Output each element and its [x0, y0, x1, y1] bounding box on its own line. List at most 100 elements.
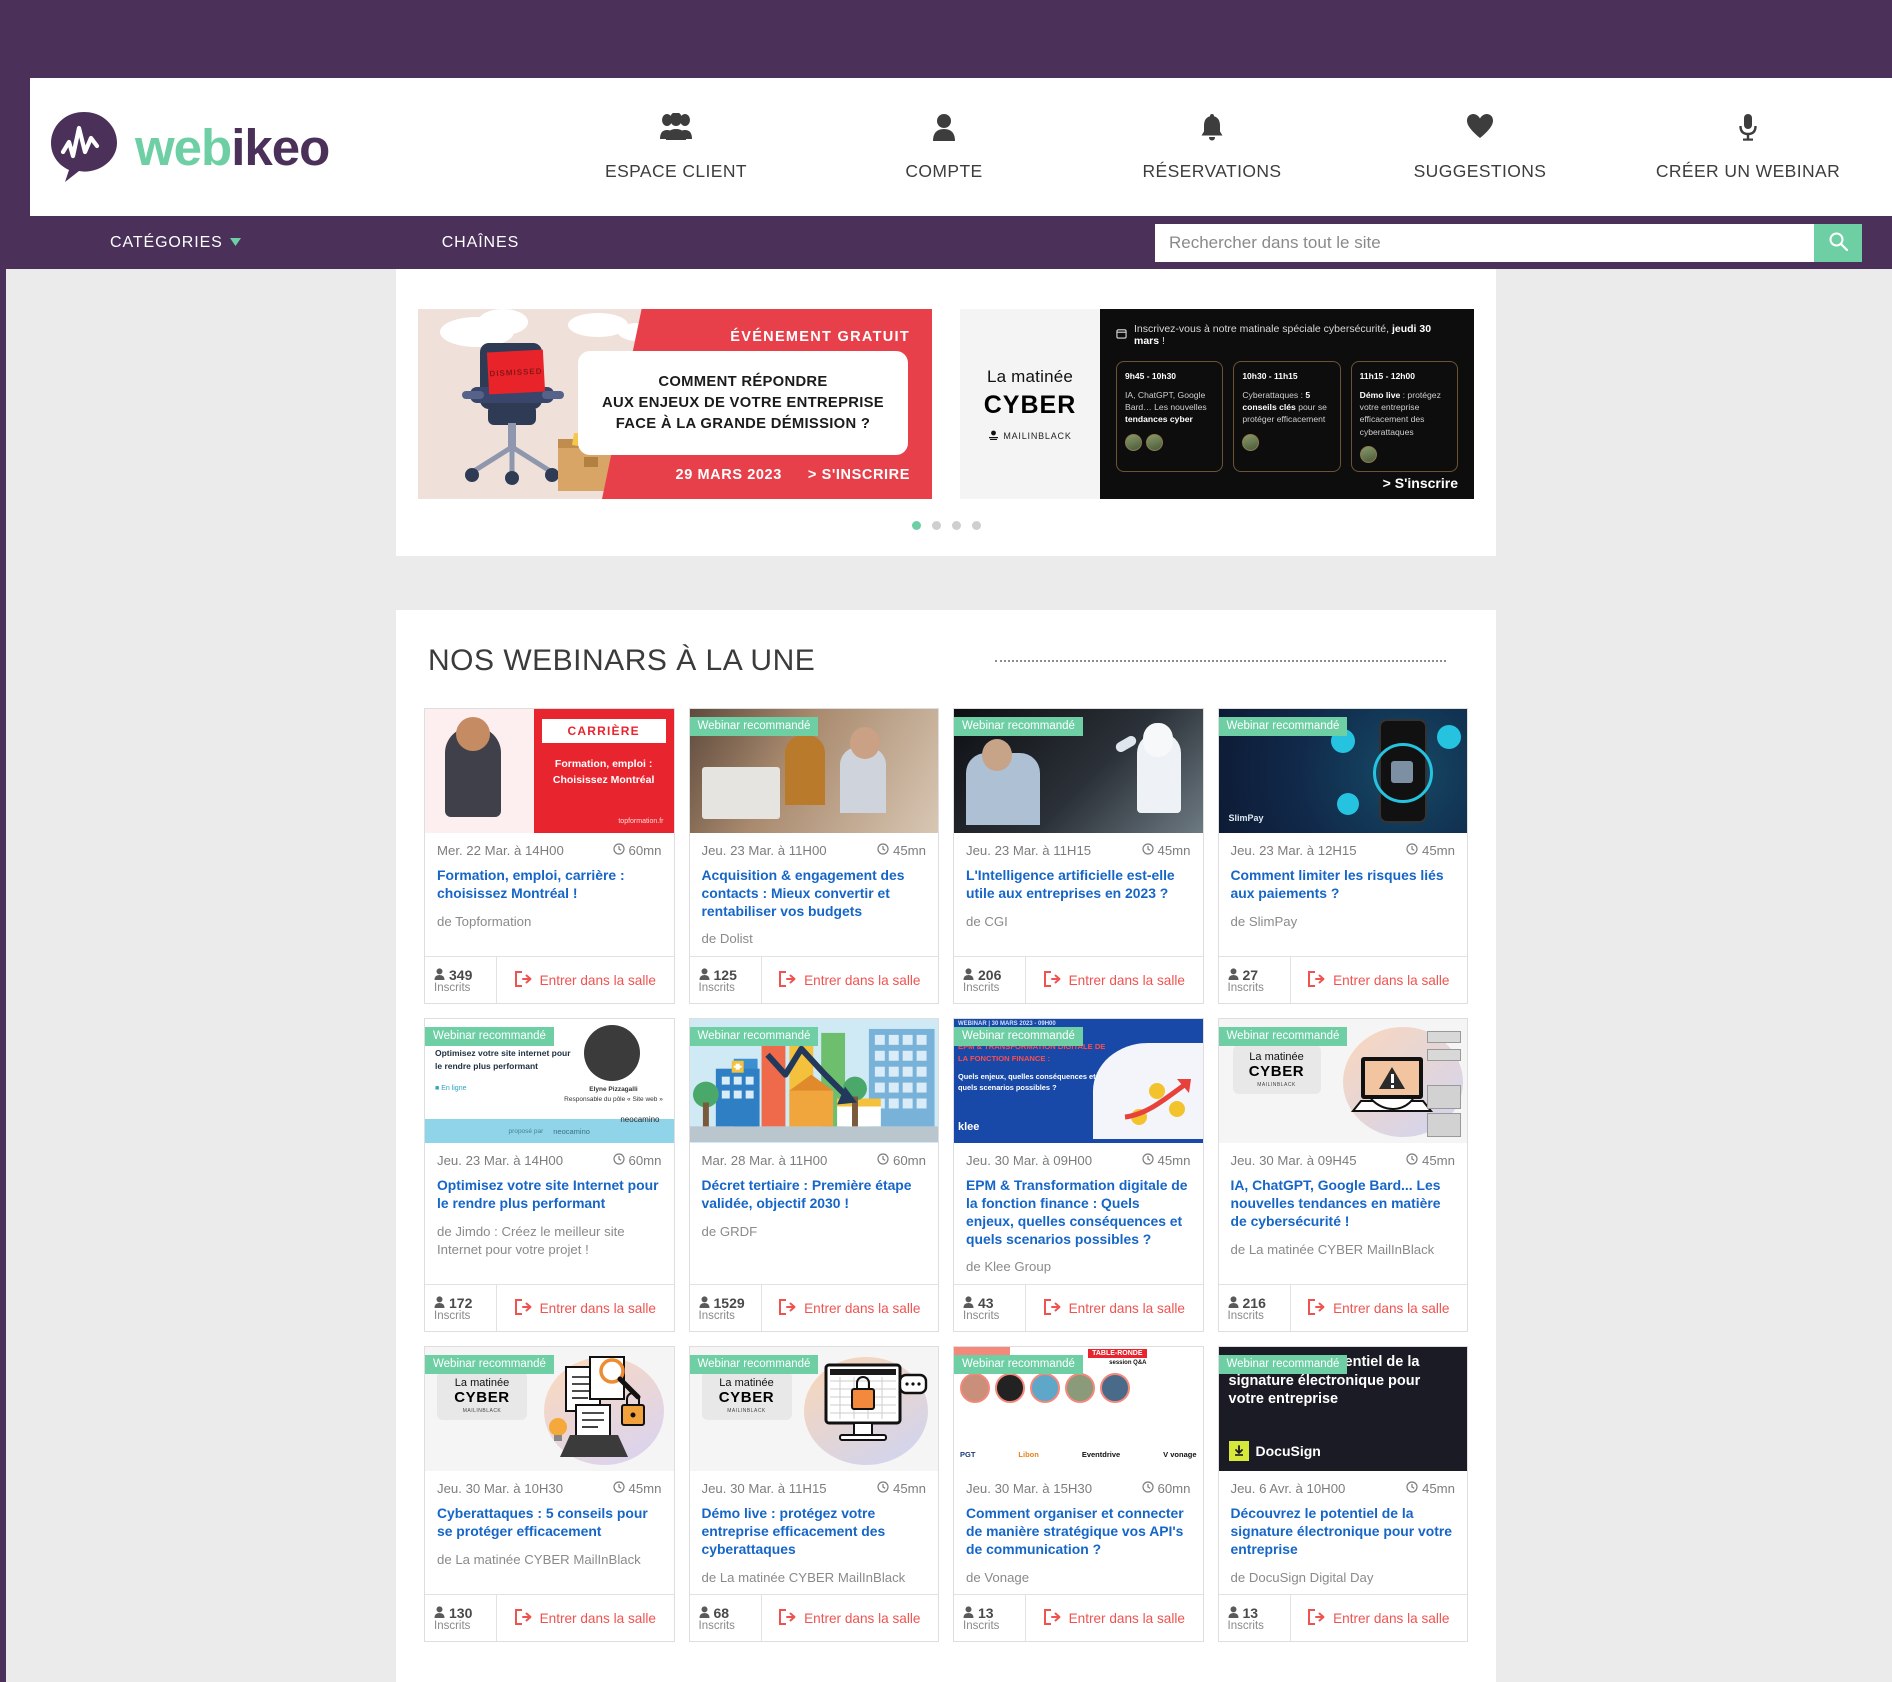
slot-desc: IA, ChatGPT, Google Bard… Les nouvelles … — [1125, 390, 1207, 425]
monitor-lock-icon — [824, 1363, 928, 1442]
enter-room-button[interactable]: Entrer dans la salle — [1026, 1285, 1203, 1331]
calendar-icon — [1116, 328, 1127, 342]
thumb-title: Optimisez votre site internet pour le re… — [435, 1048, 571, 1071]
enter-room-button[interactable]: Entrer dans la salle — [762, 1595, 939, 1641]
carousel-dot-1[interactable] — [911, 521, 921, 530]
card-title[interactable]: Découvrez le potentiel de la signature é… — [1231, 1505, 1456, 1558]
promo-banner-grande-demission[interactable]: DISMISSED ÉVÉNEMENT GRATUIT COMMENT RÉPO… — [418, 309, 932, 499]
webinar-card[interactable]: La matinée CYBER MAILINBLACK Webinar rec… — [1217, 1018, 1468, 1333]
clock-icon — [612, 843, 625, 858]
webinar-card[interactable]: CARRIÈRE Formation, emploi : Choisissez … — [424, 708, 675, 1005]
webinar-card[interactable]: WEBINAR | 30 MARS 2023 - 09H00 EPM & TRA… — [953, 1018, 1204, 1333]
webinar-card[interactable]: Découvrez le potentiel de la signature é… — [1217, 1346, 1468, 1643]
card-title[interactable]: Comment organiser et connecter de manièr… — [966, 1505, 1191, 1558]
webinar-card[interactable]: SlimPay Webinar recommandé Jeu. 23 Mar. … — [1217, 708, 1468, 1005]
webinar-card[interactable]: La matinée CYBER MAILINBLACK Webinar rec… — [424, 1346, 675, 1643]
card-title[interactable]: L'Intelligence artificielle est-elle uti… — [966, 867, 1191, 903]
nav-item-compte[interactable]: COMPTE — [810, 113, 1078, 182]
webikeo-logo-icon — [45, 108, 123, 186]
card-title[interactable]: Cyberattaques : 5 conseils pour se proté… — [437, 1505, 662, 1541]
nav-item-espace-client[interactable]: ESPACE CLIENT — [542, 111, 810, 182]
nav-item-creer-webinar[interactable]: CRÉER UN WEBINAR — [1614, 113, 1882, 182]
card-date: Mer. 22 Mar. à 14H00 — [437, 843, 564, 858]
card-title[interactable]: Décret tertiaire : Première étape validé… — [702, 1177, 927, 1213]
chaines-menu[interactable]: CHAÎNES — [442, 234, 519, 252]
matinee-cyber-logo: La matinée CYBER MAILINBLACK — [437, 1371, 527, 1421]
search-button[interactable] — [1814, 223, 1862, 262]
clock-icon — [877, 843, 889, 858]
webinar-card[interactable]: proposé par neocamino Optimisez votre si… — [424, 1018, 675, 1333]
enter-room-button[interactable]: Entrer dans la salle — [497, 1285, 674, 1331]
registered-count: 68 Inscrits — [690, 1595, 762, 1642]
webinar-card[interactable]: Webinar recommandé Mar. 28 Mar. à 11H00 … — [688, 1018, 939, 1333]
carousel-dot-4[interactable] — [971, 521, 981, 530]
enter-room-button[interactable]: Entrer dans la salle — [1291, 1595, 1468, 1641]
card-author: de Vonage — [966, 1569, 1030, 1585]
webinar-card[interactable]: La matinée CYBER MAILINBLACK Webinar rec… — [688, 1346, 939, 1643]
dismissed-sign: DISMISSED — [486, 349, 546, 395]
enter-room-button[interactable]: Entrer dans la salle — [762, 957, 939, 1003]
card-meta: Jeu. 30 Mar. à 15H30 60mn — [966, 1481, 1191, 1496]
card-thumbnail: WEBINAR | 30 MARS 2023 - 09H00 EPM & TRA… — [954, 1019, 1203, 1144]
slot-time: 9h45 - 10h30 — [1125, 371, 1177, 381]
card-title[interactable]: Formation, emploi, carrière : choisissez… — [437, 867, 662, 903]
logo[interactable]: webikeo — [45, 108, 330, 186]
logo-wordmark: webikeo — [135, 118, 330, 177]
recommended-badge: Webinar recommandé — [954, 1027, 1083, 1047]
enter-door-icon — [779, 970, 796, 990]
webinar-card[interactable]: Webinar recommandé Jeu. 23 Mar. à 11H15 … — [953, 708, 1204, 1005]
enter-room-button[interactable]: Entrer dans la salle — [1026, 1595, 1203, 1641]
page-background: DISMISSED ÉVÉNEMENT GRATUIT COMMENT RÉPO… — [0, 269, 1892, 1682]
thumb-kicker: TABLE-RONDE — [1088, 1349, 1147, 1359]
carousel-dot-2[interactable] — [931, 521, 941, 530]
enter-room-button[interactable]: Entrer dans la salle — [1291, 1285, 1468, 1331]
clock-icon — [612, 1481, 625, 1496]
promo-banner-matinee-cyber[interactable]: La matinée CYBER MAILINBLACK Inscrivez-v… — [960, 309, 1474, 499]
card-date: Jeu. 30 Mar. à 11H15 — [701, 1481, 827, 1497]
card-author: de GRDF — [701, 1223, 758, 1239]
webinar-card[interactable]: Webinar recommandé Jeu. 23 Mar. à 11H00 … — [688, 708, 939, 1005]
card-title[interactable]: IA, ChatGPT, Google Bard... Les nouvelle… — [1231, 1177, 1456, 1230]
webinar-grid: CARRIÈRE Formation, emploi : Choisissez … — [424, 708, 1468, 1643]
nav-item-reservations[interactable]: RÉSERVATIONS — [1078, 113, 1346, 182]
enter-room-button[interactable]: Entrer dans la salle — [762, 1285, 939, 1331]
top-decoration-strip — [0, 0, 1892, 78]
enter-door-icon — [779, 1608, 796, 1628]
banner-register-link[interactable]: > S'inscrire — [1383, 475, 1458, 491]
search-input[interactable] — [1155, 223, 1814, 262]
card-meta: Jeu. 30 Mar. à 09H45 45mn — [1231, 1153, 1456, 1168]
partner-logo: V vonage — [1163, 1450, 1197, 1460]
webinar-card[interactable]: TABLE-RONDE session Q&A PGT Libon Eventd… — [953, 1346, 1204, 1643]
card-body: Jeu. 30 Mar. à 09H00 45mn EPM & Transfor… — [954, 1143, 1203, 1284]
card-title[interactable]: Optimisez votre site Internet pour le re… — [437, 1177, 662, 1213]
secondary-navigation: CATÉGORIES CHAÎNES — [0, 216, 1892, 269]
heart-icon — [1346, 113, 1614, 153]
recommended-badge: Webinar recommandé — [425, 1027, 554, 1047]
card-thumbnail: SlimPay Webinar recommandé — [1218, 709, 1467, 833]
clock-icon — [612, 1153, 625, 1168]
card-title[interactable]: Comment limiter les risques liés aux pai… — [1231, 867, 1456, 903]
enter-room-button[interactable]: Entrer dans la salle — [1291, 957, 1468, 1003]
banner-register-link[interactable]: > S'INSCRIRE — [808, 467, 910, 483]
card-title[interactable]: EPM & Transformation digitale de la fonc… — [966, 1177, 1191, 1248]
enter-room-button[interactable]: Entrer dans la salle — [497, 957, 674, 1003]
avatar — [1030, 1373, 1060, 1404]
clock-icon — [1406, 843, 1418, 858]
card-title[interactable]: Démo live : protégez votre entreprise ef… — [702, 1505, 927, 1558]
card-thumbnail: Webinar recommandé — [689, 709, 938, 833]
program-slot: 9h45 - 10h30 IA, ChatGPT, Google Bard… L… — [1116, 361, 1224, 472]
card-title[interactable]: Acquisition & engagement des contacts : … — [702, 867, 927, 920]
card-date: Mar. 28 Mar. à 11H00 — [701, 1153, 828, 1169]
card-footer: 130 Inscrits Entrer dans la salle — [425, 1594, 674, 1642]
nav-item-suggestions[interactable]: SUGGESTIONS — [1346, 113, 1614, 182]
banner-title-line3: FACE À LA GRANDE DÉMISSION ? — [615, 415, 871, 432]
card-footer: 206 Inscrits Entrer dans la salle — [954, 956, 1203, 1004]
enter-room-button[interactable]: Entrer dans la salle — [1026, 957, 1203, 1003]
enter-room-button[interactable]: Entrer dans la salle — [497, 1595, 674, 1641]
categories-menu[interactable]: CATÉGORIES — [110, 234, 242, 252]
card-author: de Topformation — [437, 913, 532, 929]
matinee-cyber-logo: La matinée CYBER MAILINBLACK — [1232, 1045, 1321, 1095]
registered-count: 27 Inscrits — [1219, 957, 1291, 1004]
carousel-dot-3[interactable] — [951, 521, 961, 530]
thumb-brand: klee — [958, 1121, 980, 1134]
